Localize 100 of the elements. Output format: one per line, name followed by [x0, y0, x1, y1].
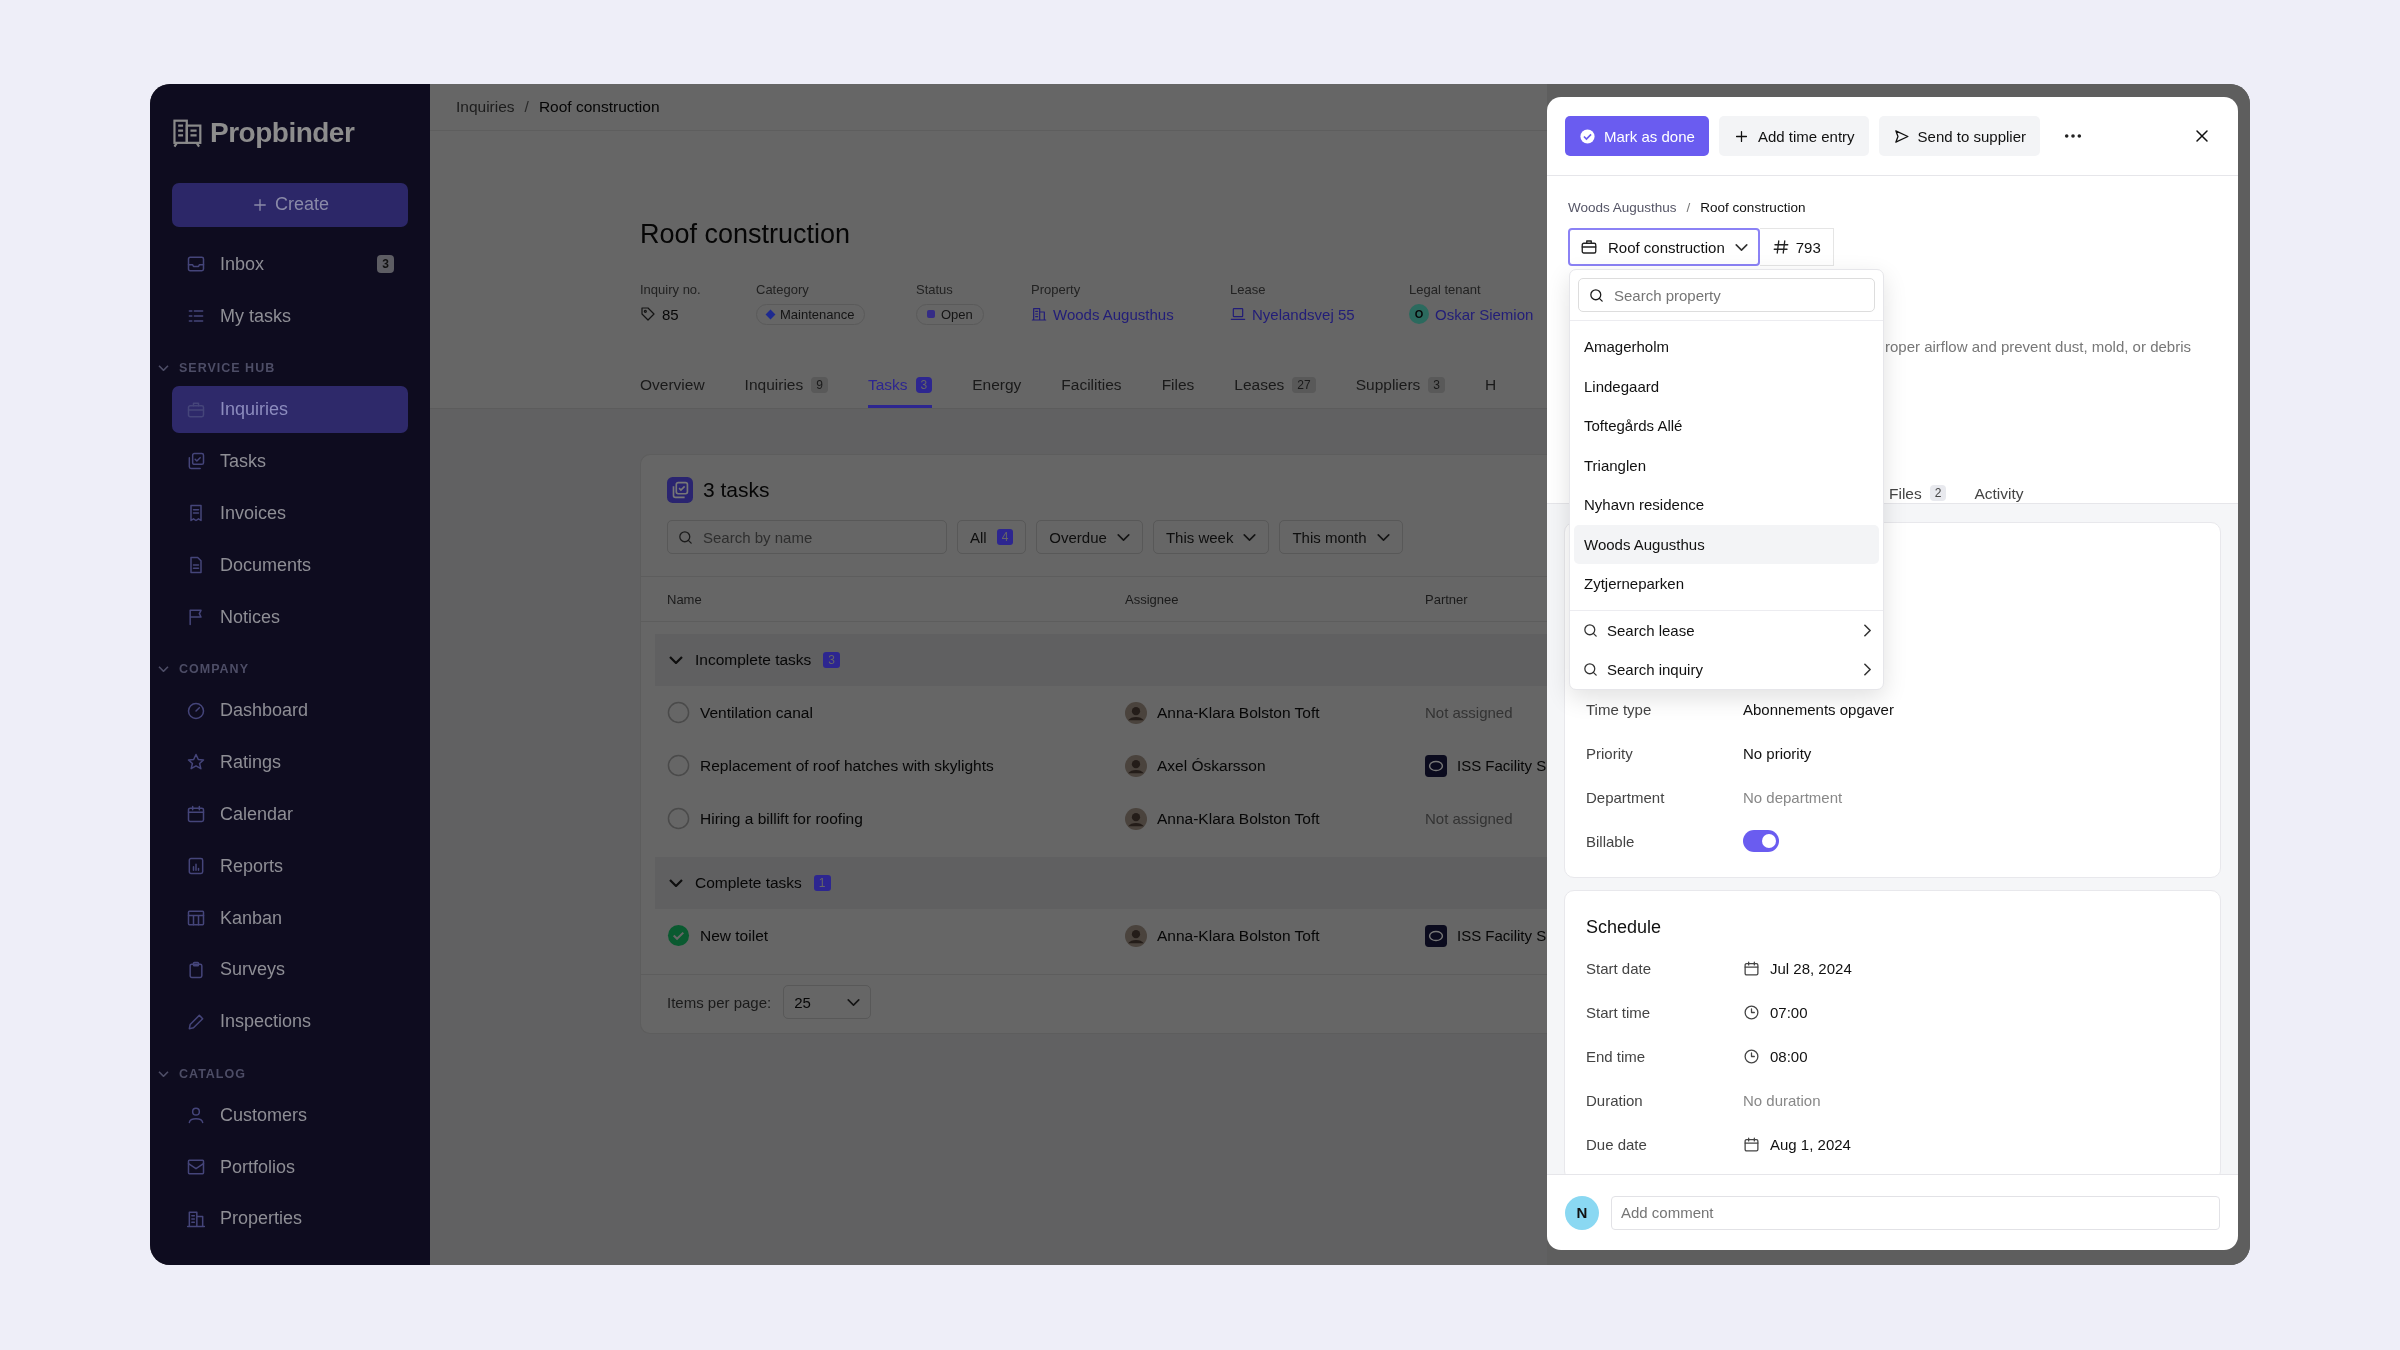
- chevron-down-icon: [1376, 533, 1390, 541]
- task-checkbox[interactable]: [667, 701, 690, 724]
- tab[interactable]: H: [1485, 365, 1497, 408]
- field-label: Category: [756, 282, 810, 297]
- person-icon: [186, 1105, 206, 1126]
- tab[interactable]: Activity: [1974, 485, 2024, 503]
- nav-item[interactable]: Calendar: [172, 790, 408, 838]
- clipboard-icon: [186, 959, 206, 980]
- nav-item[interactable]: Dashboard: [172, 686, 408, 735]
- tab[interactable]: Inquiries 9: [744, 365, 828, 408]
- send-to-supplier-button[interactable]: Send to supplier: [1878, 116, 2040, 156]
- avatar: [1125, 754, 1147, 777]
- add-time-entry-button[interactable]: Add time entry: [1718, 116, 1869, 156]
- group-header[interactable]: Complete tasks 1: [655, 857, 1547, 909]
- nav-item[interactable]: My tasks: [172, 292, 408, 340]
- company-logo-icon: [1425, 754, 1447, 777]
- type-select[interactable]: Roof construction: [1568, 228, 1760, 266]
- avatar: [1125, 807, 1147, 830]
- nav-item[interactable]: Surveys: [172, 946, 408, 994]
- property-option[interactable]: Nyhavn residence: [1574, 485, 1879, 525]
- property-option[interactable]: Lindegaard: [1574, 366, 1879, 406]
- nav-item[interactable]: Portfolios: [172, 1143, 408, 1191]
- field-label: Start date: [1586, 959, 1653, 977]
- property-option[interactable]: Trianglen: [1574, 445, 1879, 485]
- tab[interactable]: Files 2: [1889, 485, 1947, 503]
- field-label: Department: [1586, 788, 1666, 806]
- property-option[interactable]: Amagerholm: [1574, 327, 1879, 367]
- calendar-icon: [186, 804, 206, 825]
- property-option[interactable]: Zytjerneparken: [1574, 564, 1879, 604]
- nav-item[interactable]: Tasks: [172, 437, 408, 486]
- search-field[interactable]: Search by name: [667, 520, 947, 554]
- table-icon: [186, 908, 206, 928]
- billable-toggle[interactable]: [1743, 830, 1779, 852]
- chevron-down-icon: [1734, 243, 1748, 251]
- clock-icon: [1743, 1003, 1760, 1021]
- field-value[interactable]: Jul 28, 2024: [1770, 959, 1852, 977]
- tab[interactable]: Energy: [972, 365, 1022, 408]
- nav-item[interactable]: Properties: [172, 1195, 408, 1243]
- nav-item[interactable]: Invoices: [172, 489, 408, 538]
- property-option[interactable]: Woods Augusthus: [1574, 524, 1879, 564]
- nav-item[interactable]: Customers: [172, 1091, 408, 1139]
- task-checkbox[interactable]: [667, 754, 690, 777]
- nav-item[interactable]: Inquiries: [172, 385, 408, 434]
- search-menu-item[interactable]: Search lease: [1570, 610, 1883, 650]
- more-icon[interactable]: [2064, 133, 2082, 139]
- field-label: Time type: [1586, 700, 1653, 718]
- nav-item[interactable]: Inspections: [172, 998, 408, 1046]
- chevron-down-icon: [1243, 533, 1257, 541]
- tenant-avatar: O: [1409, 304, 1429, 324]
- task-name[interactable]: Ventilation canal: [700, 703, 813, 722]
- calendar-icon: [1743, 959, 1760, 977]
- completed-checkbox[interactable]: [667, 924, 690, 947]
- send-icon: [1892, 127, 1910, 145]
- page-title: Roof construction: [640, 219, 852, 250]
- tasks-icon: [667, 477, 693, 503]
- assignee-name: Anna-Klara Bolston Toft: [1157, 809, 1320, 828]
- filter-button[interactable]: All 4: [957, 520, 1027, 554]
- assignee-name: Anna-Klara Bolston Toft: [1157, 703, 1320, 722]
- field-label: Billable: [1586, 832, 1636, 850]
- field-value[interactable]: Aug 1, 2024: [1770, 1135, 1851, 1153]
- filter-dropdown[interactable]: This month: [1279, 520, 1403, 554]
- task-checkbox[interactable]: [667, 807, 690, 830]
- checkbox-stack-icon: [186, 451, 206, 472]
- comment-field[interactable]: Add comment: [1611, 1195, 2220, 1230]
- field-value[interactable]: No priority: [1743, 744, 1812, 762]
- task-name[interactable]: Hiring a billift for roofing: [700, 809, 863, 828]
- breadcrumb-link[interactable]: Woods Augusthus: [1568, 200, 1677, 215]
- field-value[interactable]: 07:00: [1770, 1003, 1808, 1021]
- breadcrumb-link[interactable]: Inquiries: [456, 98, 515, 116]
- nav-item[interactable]: Documents: [172, 541, 408, 589]
- column-header: Partner: [1425, 591, 1468, 607]
- field-value[interactable]: No department: [1743, 788, 1843, 806]
- filter-dropdown[interactable]: This week: [1152, 520, 1270, 554]
- nav-item[interactable]: Ratings: [172, 738, 408, 787]
- nav-item[interactable]: Notices: [172, 593, 408, 641]
- building-icon: [1031, 306, 1047, 322]
- tab[interactable]: Leases 27: [1234, 365, 1316, 408]
- page-size-select[interactable]: 25: [783, 985, 872, 1019]
- field-value[interactable]: Abonnements opgaver: [1743, 700, 1894, 718]
- nav-item[interactable]: Inbox 3: [172, 240, 408, 288]
- nav-item[interactable]: Reports: [172, 842, 408, 890]
- nav-item[interactable]: Kanban: [172, 894, 408, 942]
- gauge-icon: [186, 700, 206, 721]
- task-name[interactable]: Replacement of roof hatches with skylights: [700, 756, 994, 775]
- field-value[interactable]: No duration: [1743, 1091, 1821, 1109]
- assignee-name: Anna-Klara Bolston Toft: [1157, 926, 1320, 945]
- mark-as-done-button[interactable]: Mark as done: [1565, 116, 1709, 156]
- tab[interactable]: Suppliers 3: [1355, 365, 1445, 408]
- property-option[interactable]: Toftegårds Allé: [1574, 406, 1879, 446]
- tab[interactable]: Files: [1161, 365, 1195, 408]
- group-header[interactable]: Incomplete tasks 3: [655, 634, 1547, 686]
- search-menu-item[interactable]: Search inquiry: [1570, 649, 1883, 689]
- tab[interactable]: Overview: [640, 365, 705, 408]
- tab[interactable]: Facilities: [1061, 365, 1122, 408]
- task-name[interactable]: New toilet: [700, 926, 769, 945]
- assignee-name: Axel Óskarsson: [1157, 756, 1266, 775]
- field-label: Property: [1031, 282, 1082, 297]
- filter-dropdown[interactable]: Overdue: [1036, 520, 1143, 554]
- create-button[interactable]: Create: [172, 183, 408, 227]
- field-value[interactable]: 08:00: [1770, 1047, 1808, 1065]
